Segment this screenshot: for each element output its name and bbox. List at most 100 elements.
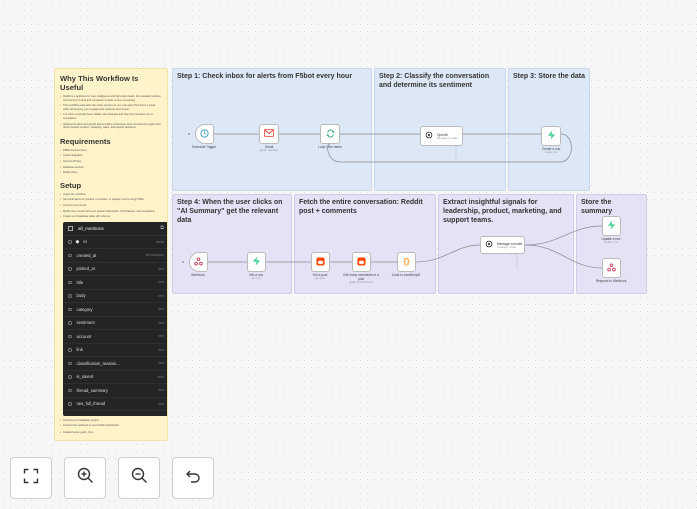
note-bullet: Reddit is a goldmine for user intelligen…: [60, 95, 162, 102]
note-heading-why: Why This Workflow Is Useful: [60, 74, 139, 92]
row-radio-icon: [68, 267, 72, 271]
webhook-icon: [194, 256, 203, 268]
req-bullet: OpenAI API key: [60, 160, 162, 164]
column-name: sentiment: [76, 320, 95, 326]
row-radio-icon: [68, 375, 72, 379]
clock-icon: [200, 128, 209, 140]
section-title: Step 1: Check inbox for alerts from F5bo…: [177, 73, 353, 80]
column-name: classification_reasoni...: [76, 360, 120, 366]
section-title: Store the summary: [581, 199, 613, 215]
fit-view-icon: [23, 468, 39, 489]
column-type: bool: [157, 374, 164, 379]
code-icon: {}: [403, 257, 410, 266]
node-label: Loop Over Items: [318, 145, 342, 149]
schema-row: body text: [63, 290, 167, 304]
section-title: Extract insightful signals for leadershi…: [443, 199, 562, 224]
setup-bullet: Create your Database table with schema:: [60, 215, 162, 219]
schedule-trigger-node[interactable]: [195, 124, 214, 144]
node-label: Respond to Webhook: [595, 279, 627, 283]
after-bullet: Connect the webhook to your Notifier das…: [60, 424, 162, 428]
openai-icon: [425, 131, 433, 141]
schema-row: account text: [63, 330, 167, 344]
column-type: text: [158, 347, 164, 352]
message-model-node[interactable]: Message a model message: model: [480, 236, 525, 254]
zoom-in-button[interactable]: [64, 457, 106, 499]
node-sublabel: update: row: [604, 241, 618, 244]
table-icon: [68, 225, 73, 231]
node-sublabel: getAll: postComment: [348, 281, 374, 284]
column-name: account: [76, 333, 92, 339]
column-type: text: [158, 334, 164, 339]
schema-row: created_at timestamptz: [63, 249, 167, 263]
req-bullet: Gmail integration: [60, 154, 162, 158]
database-icon: [607, 220, 616, 232]
schema-row: thread_summary text: [63, 384, 167, 398]
row-radio-icon: [68, 240, 72, 244]
database-icon: [252, 256, 261, 268]
update-row-node[interactable]: [602, 216, 621, 236]
note-bullet: It is inbox email alert feed, dislike, a…: [60, 113, 162, 120]
node-label: Webhook: [191, 273, 205, 277]
get-comments-node[interactable]: [352, 252, 371, 272]
schema-row: raw_full_thread text: [63, 398, 167, 412]
create-row-node[interactable]: [541, 126, 561, 146]
schema-row: classification_reasoni... text: [63, 357, 167, 371]
section-title: Fetch the entire conversation: Reddit po…: [299, 199, 423, 215]
get-row-node[interactable]: [247, 252, 266, 272]
column-type: text: [158, 401, 164, 406]
column-type: text: [158, 280, 164, 285]
setup-bullet: Import the workflow: [60, 193, 162, 197]
openai-icon: [485, 240, 493, 250]
column-name: link: [76, 347, 83, 353]
setup-bullet: Set email alerts for product, competitor…: [60, 198, 162, 202]
schema-row: title text: [63, 276, 167, 290]
column-name: thread_summary: [76, 387, 108, 393]
code-javascript-node[interactable]: {}: [397, 252, 416, 272]
external-link-icon[interactable]: ⧉: [160, 225, 164, 231]
node-sublabel: get: row: [251, 277, 261, 280]
loop-icon: [326, 129, 335, 140]
node-label: Code in JavaScript2: [391, 273, 421, 277]
req-bullet: F5Bot account (free): [60, 149, 162, 153]
column-name: category: [76, 306, 93, 312]
zoom-out-icon: [131, 467, 148, 489]
row-radio-icon: [68, 307, 72, 312]
webhook-node[interactable]: [189, 252, 208, 272]
sticky-note[interactable]: Why This Workflow Is Useful Reddit is a …: [54, 68, 168, 441]
column-name: is_saved: [76, 374, 94, 380]
row-radio-icon: [68, 294, 72, 298]
column-name: body: [76, 293, 86, 299]
column-name: posted_at: [76, 266, 95, 272]
setup-bullet: Connect your Gmail: [60, 204, 162, 208]
get-post-node[interactable]: [311, 252, 330, 272]
note-heading-setup: Setup: [60, 180, 82, 190]
setup-guide-link[interactable]: Detailed setup guide: here: [60, 431, 162, 435]
schema-row: sentiment text: [63, 317, 167, 331]
note-bullet: This workflow automates the entire proce…: [60, 104, 162, 111]
row-radio-icon: [68, 388, 72, 393]
table-name: all_mentions: [78, 225, 104, 231]
row-radio-icon: [68, 334, 72, 339]
openai-node[interactable]: OpenAI Message a model: [420, 126, 463, 146]
zoom-out-button[interactable]: [118, 457, 160, 499]
loop-over-items-node[interactable]: [320, 124, 340, 144]
row-radio-icon: [68, 348, 72, 352]
fit-view-button[interactable]: [10, 457, 52, 499]
database-schema-card: all_mentions ⧉ ◆ id serial created_at timest…: [63, 221, 167, 416]
reddit-icon: [357, 256, 366, 268]
reset-zoom-icon: [185, 468, 201, 489]
reddit-icon: [316, 256, 325, 268]
primary-key-icon: ◆: [75, 238, 80, 245]
respond-webhook-node[interactable]: [602, 258, 621, 278]
req-bullet: Database account: [60, 166, 162, 170]
column-type: text: [158, 307, 164, 312]
database-icon: [547, 130, 556, 142]
req-bullet: Reddit (free): [60, 171, 162, 175]
gmail-node[interactable]: [259, 124, 279, 144]
schema-row: posted_at text: [63, 263, 167, 277]
zoom-in-icon: [77, 467, 94, 489]
schema-row: category text: [63, 303, 167, 317]
reset-zoom-button[interactable]: [172, 457, 214, 499]
column-type: text: [158, 388, 164, 393]
node-label: Schedule Trigger: [191, 145, 217, 149]
